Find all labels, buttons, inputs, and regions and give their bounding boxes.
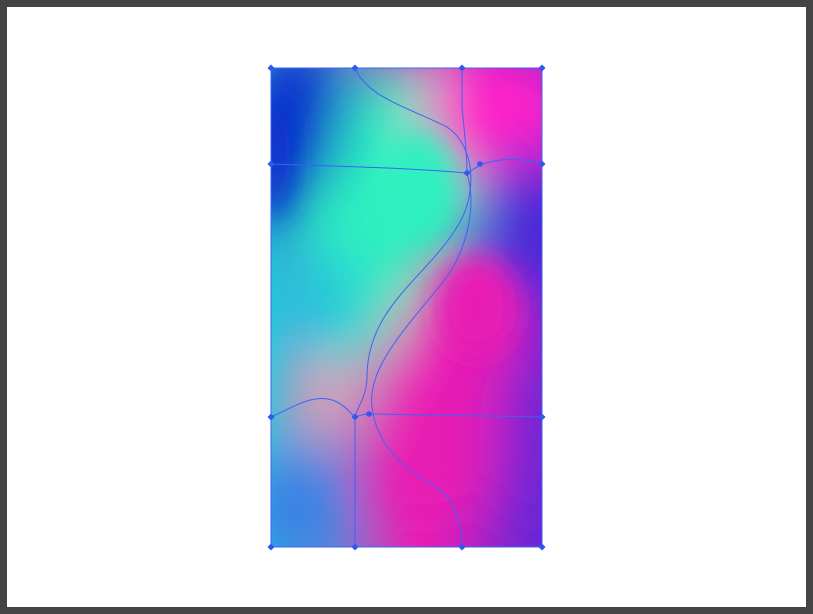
mesh-color-blob [271, 447, 347, 547]
gradient-mesh-artboard[interactable] [7, 7, 806, 607]
gradient-mesh-fill [271, 68, 542, 547]
app-window [0, 0, 813, 614]
mesh-color-blob [497, 337, 542, 547]
mesh-handle-point[interactable] [366, 411, 372, 417]
mesh-color-blob [271, 97, 291, 217]
mesh-color-blob [437, 257, 517, 357]
mesh-color-blob [367, 417, 487, 537]
mesh-handle-point[interactable] [477, 161, 483, 167]
mesh-color-blob [377, 132, 457, 242]
mesh-color-blob [272, 247, 362, 367]
canvas-area[interactable] [7, 7, 806, 607]
